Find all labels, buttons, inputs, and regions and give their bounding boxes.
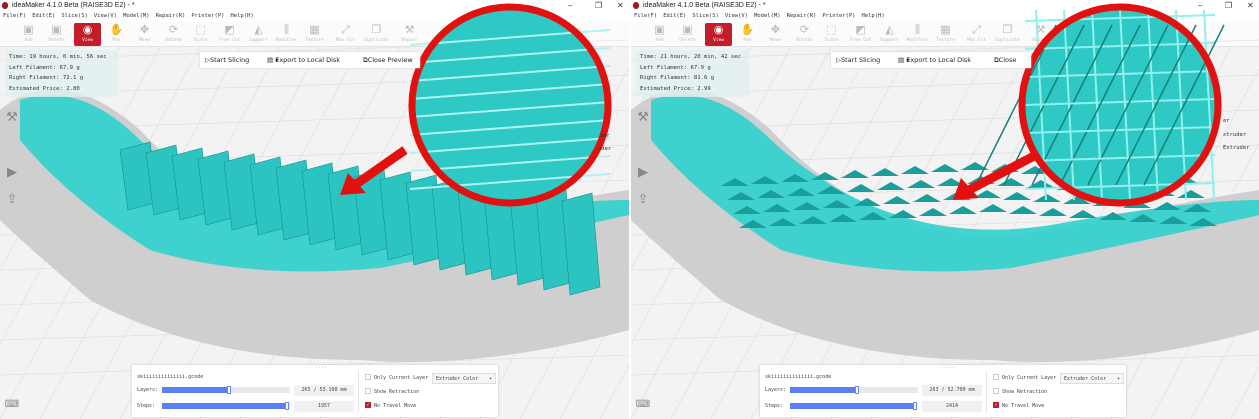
no-travel-move-checkbox[interactable]: ✓ (993, 402, 999, 408)
close-preview-button[interactable]: ⧉ Close Preview (363, 52, 413, 68)
preview-control-panel: ···· skiiiiiiiiiiiiii.gcode Layers: 265 … (132, 365, 498, 417)
layers-slider[interactable] (162, 386, 290, 394)
right-window: ideaMaker 4.1.0 Beta (RAISE3D E2) - * – ❐ ✕… (631, 0, 1259, 419)
steps-slider[interactable] (162, 402, 290, 410)
only-current-layer-label: Only Current Layer (1002, 375, 1057, 381)
no-travel-move-checkbox[interactable]: ✓ (365, 402, 371, 408)
extruder-legend-label: uder (598, 146, 612, 152)
left-filament: Left Filament: 67.9 g (9, 64, 80, 71)
divider (986, 371, 987, 413)
keyboard-icon[interactable]: ⌨ (633, 395, 653, 415)
slice-stats: Time: 19 hours, 0 min, 56 sec Left Filame… (5, 50, 118, 97)
infill-triangle (1069, 210, 1097, 218)
start-slicing-button[interactable]: ▷ Start Slicing (836, 52, 880, 68)
keyboard-icon[interactable]: ⌨ (2, 395, 22, 415)
play-icon[interactable]: ▶ (2, 163, 22, 183)
gcode-filename: skiiiiiiiiiiiiii.gcode (137, 374, 204, 380)
steps-slider-handle[interactable] (912, 402, 917, 410)
infill-triangle (931, 164, 959, 172)
steps-value-input[interactable]: 2414 (922, 401, 982, 412)
print-time: Time: 19 hours, 0 min, 56 sec (9, 54, 107, 60)
infill-triangle (919, 208, 947, 216)
chevron-down-icon: ▾ (1116, 376, 1120, 382)
extruder-legend-label: Extruder (1223, 145, 1250, 151)
start-slicing-button[interactable]: ▷ Start Slicing (205, 52, 249, 68)
steps-label: Steps: (765, 403, 784, 409)
extruder-legend-label: er (1223, 118, 1230, 124)
color-mode-dropdown[interactable]: Extruder Color ▾ (1060, 373, 1124, 384)
right-filament: Right Filament: 81.6 g (640, 75, 715, 81)
layers-slider-handle[interactable] (227, 386, 232, 394)
divider (358, 371, 359, 413)
infill-triangle (1027, 180, 1055, 188)
extruder-legend-label: xtruder (1223, 132, 1247, 138)
color-mode-dropdown[interactable]: Extruder Color ▾ (432, 373, 496, 384)
estimated-price: Estimated Price: 2.99 (640, 85, 711, 92)
steps-slider[interactable] (790, 402, 918, 410)
action-bar: ▷ Start Slicing ▤ Export to Local Disk ▾ ⧉… (831, 52, 1031, 68)
print-time: Time: 21 hours, 20 min, 42 sec (640, 54, 742, 60)
infill-triangle (883, 196, 911, 204)
only-current-layer-checkbox[interactable] (365, 374, 371, 380)
infill-triangle (1033, 194, 1061, 202)
infill-triangle (1039, 208, 1067, 216)
wrench-icon[interactable]: ⚒ (633, 108, 653, 128)
infill-triangle (1003, 192, 1031, 200)
layers-value-input[interactable]: 263 / 52.700 mm (922, 385, 982, 396)
close-preview-button[interactable]: ⧉ Close (994, 52, 1016, 68)
estimated-price: Estimated Price: 2.80 (9, 85, 80, 92)
infill-triangle (1009, 206, 1037, 214)
infill-triangle (907, 180, 935, 188)
show-retraction-label: Show Retraction (1002, 389, 1048, 395)
steps-slider-handle[interactable] (284, 402, 289, 410)
show-retraction-checkbox[interactable] (993, 388, 999, 394)
infill-triangle (877, 182, 905, 190)
layers-slider-handle[interactable] (855, 386, 860, 394)
export-icon[interactable]: ⇪ (633, 190, 653, 210)
infill-triangle (949, 206, 977, 214)
infill-triangle (871, 168, 899, 176)
drag-handle[interactable]: ···· (943, 365, 955, 371)
slice-stats: Time: 21 hours, 20 min, 42 sec Left Filam… (636, 50, 749, 97)
wrench-icon[interactable]: ⚒ (2, 108, 22, 128)
infill-triangle (847, 184, 875, 192)
layers-label: Layers: (765, 387, 787, 393)
steps-label: Steps: (137, 403, 156, 409)
left-window: ideaMaker 4.1.0 Beta (RAISE3D E2) - * – ❐ ✕… (0, 0, 629, 419)
infill-triangle (913, 194, 941, 202)
left-filament: Left Filament: 67.9 g (640, 64, 711, 71)
layers-slider[interactable] (790, 386, 918, 394)
no-travel-move-label: No Travel Move (374, 403, 417, 409)
no-travel-move-label: No Travel Move (1002, 403, 1045, 409)
layers-label: Layers: (137, 387, 159, 393)
infill-triangle (1177, 190, 1205, 198)
export-icon[interactable]: ⇪ (2, 190, 22, 210)
show-retraction-checkbox[interactable] (365, 388, 371, 394)
drag-handle[interactable]: ···· (315, 365, 327, 371)
preview-control-panel: ···· skiiiiiiiiiiiiii.gcode Layers: 263 … (760, 365, 1126, 417)
show-retraction-label: Show Retraction (374, 389, 420, 395)
right-filament: Right Filament: 72.1 g (9, 75, 84, 81)
infill-triangle (997, 178, 1025, 186)
steps-value-input[interactable]: 1957 (294, 401, 354, 412)
export-button[interactable]: ▤ Export to Local Disk ▾ (898, 52, 971, 68)
chevron-down-icon: ▾ (488, 376, 492, 382)
play-icon[interactable]: ▶ (633, 163, 653, 183)
export-button[interactable]: ▤ Export to Local Disk ▾ (267, 52, 340, 68)
only-current-layer-label: Only Current Layer (374, 375, 429, 381)
infill-triangle (841, 170, 869, 178)
only-current-layer-checkbox[interactable] (993, 374, 999, 380)
extruder-legend-label: der (600, 133, 610, 139)
infill-triangle (979, 204, 1007, 212)
gcode-filename: skiiiiiiiiiiiiii.gcode (765, 374, 832, 380)
layers-value-input[interactable]: 265 / 53.100 mm (294, 385, 354, 396)
action-bar: ▷ Start Slicing ▤ Export to Local Disk ▾ ⧉… (200, 52, 420, 68)
